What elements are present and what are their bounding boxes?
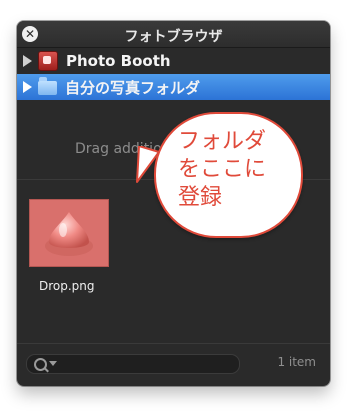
source-item-photo-booth[interactable]: Photo Booth <box>17 48 330 74</box>
item-count: 1 item <box>277 355 316 369</box>
callout-bubble: フォルダ をここに 登録 <box>154 112 303 238</box>
window-title: フォトブラウザ <box>124 29 223 45</box>
source-label: 自分の写真フォルダ <box>65 78 201 97</box>
titlebar[interactable]: ✕ フォトブラウザ <box>17 21 330 48</box>
folder-icon <box>38 77 57 95</box>
disclosure-triangle-icon[interactable] <box>23 81 32 93</box>
source-item-my-photos-folder[interactable]: 自分の写真フォルダ <box>17 74 330 100</box>
callout-text: フォルダ をここに 登録 <box>178 129 267 210</box>
thumbnail-drop-png[interactable] <box>29 199 109 267</box>
source-list: Photo Booth 自分の写真フォルダ <box>17 48 330 100</box>
bottom-bar: 1 item <box>17 343 330 386</box>
file-name: Drop.png <box>39 279 95 293</box>
search-input[interactable] <box>26 354 240 374</box>
search-icon[interactable] <box>34 358 47 371</box>
source-label: Photo Booth <box>66 52 171 70</box>
chevron-down-icon[interactable] <box>49 361 57 366</box>
disclosure-triangle-icon[interactable] <box>23 55 32 67</box>
photo-booth-icon <box>38 51 58 71</box>
drop-image-icon <box>45 212 93 256</box>
